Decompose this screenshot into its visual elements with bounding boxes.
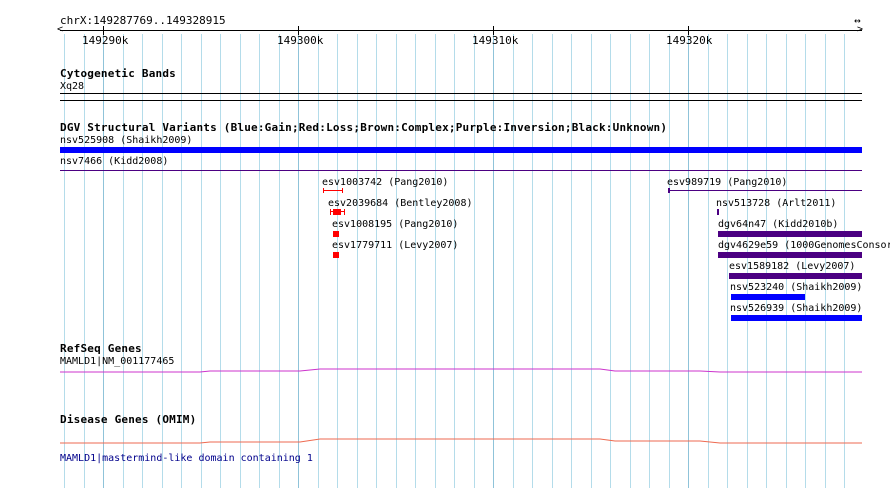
variant-bar-loss-end <box>342 188 343 193</box>
grid-line <box>337 34 338 488</box>
variant-label: nsv523240 (Shaikh2009) <box>730 282 863 293</box>
grid-line <box>201 34 202 488</box>
variant-bar-inversion[interactable] <box>729 273 862 279</box>
variant-bar-gain[interactable] <box>731 294 805 300</box>
grid-line <box>532 34 533 488</box>
grid-line <box>630 34 631 488</box>
omim-gene-label[interactable]: MAMLD1|mastermind-like domain containing… <box>60 453 313 464</box>
variant-label: dgv64n47 (Kidd2010b) <box>718 219 839 230</box>
variant-bar-loss-end <box>344 209 345 215</box>
refseq-gene-model[interactable] <box>0 360 890 380</box>
grid-line <box>688 34 689 488</box>
genome-browser-view[interactable]: chrX:149287769..149328915 ↔ < > 149290k … <box>0 0 890 488</box>
variant-label: nsv7466 (Kidd2008) <box>60 156 169 167</box>
variant-bar-loss-start <box>330 209 331 215</box>
variant-label: nsv526939 (Shaikh2009) <box>730 303 863 314</box>
grid-line <box>552 34 553 488</box>
grid-line <box>435 34 436 488</box>
grid-line <box>474 34 475 488</box>
variant-bar-loss[interactable] <box>333 231 339 237</box>
variant-bar-gain[interactable] <box>60 147 862 153</box>
variant-bar-inversion-start <box>668 188 670 193</box>
grid-line <box>454 34 455 488</box>
grid-line <box>571 34 572 488</box>
grid-line <box>357 34 358 488</box>
variant-bar-loss[interactable] <box>323 190 343 191</box>
variant-label: esv1779711 (Levy2007) <box>332 240 459 251</box>
cytoband-bottom-line <box>60 100 862 101</box>
variant-bar-inversion[interactable] <box>668 190 862 191</box>
grid-line <box>415 34 416 488</box>
variant-bar-inversion[interactable] <box>717 209 719 215</box>
grid-line <box>591 34 592 488</box>
omim-track-title: Disease Genes (OMIM) <box>60 413 197 426</box>
grid-line <box>298 34 299 488</box>
grid-line <box>318 34 319 488</box>
variant-label: esv1003742 (Pang2010) <box>322 177 449 188</box>
variant-label: esv1008195 (Pang2010) <box>332 219 459 230</box>
ruler-tick-label: 149310k <box>472 34 519 47</box>
variant-label: esv2039684 (Bentley2008) <box>328 198 473 209</box>
grid-line <box>396 34 397 488</box>
variant-bar-loss[interactable] <box>333 252 339 258</box>
variant-label: nsv525908 (Shaikh2009) <box>60 135 193 146</box>
variant-label: dgv4629e59 (1000GenomesConsortiumPilotPr… <box>718 240 890 251</box>
variant-label: esv1589182 (Levy2007) <box>729 261 856 272</box>
cytoband-label: Xq28 <box>60 81 85 92</box>
ruler-axis <box>60 30 862 31</box>
variant-bar-gain[interactable] <box>731 315 862 321</box>
grid-line <box>610 34 611 488</box>
variant-bar-inversion[interactable] <box>60 170 862 171</box>
region-label: chrX:149287769..149328915 <box>60 14 226 27</box>
grid-line <box>513 34 514 488</box>
grid-line <box>220 34 221 488</box>
grid-line <box>376 34 377 488</box>
refseq-track-title: RefSeq Genes <box>60 342 142 355</box>
grid-line <box>708 34 709 488</box>
grid-line <box>279 34 280 488</box>
grid-line <box>240 34 241 488</box>
variant-bar-loss-start <box>323 188 324 193</box>
grid-line <box>649 34 650 488</box>
axis-left-arrow-icon: < <box>57 24 64 35</box>
grid-line <box>259 34 260 488</box>
variant-bar-inversion[interactable] <box>718 231 862 237</box>
grid-line <box>727 34 728 488</box>
ruler-tick-label: 149320k <box>666 34 713 47</box>
cytoband-top-line <box>60 93 862 94</box>
ruler-tick-label: 149290k <box>82 34 129 47</box>
variant-label: nsv513728 (Arlt2011) <box>716 198 837 209</box>
ruler-tick-label: 149300k <box>277 34 324 47</box>
variant-bar-loss-block <box>333 209 341 215</box>
cytoband-track-title: Cytogenetic Bands <box>60 67 176 80</box>
variant-label: esv989719 (Pang2010) <box>667 177 788 188</box>
grid-line <box>493 34 494 488</box>
variant-bar-inversion[interactable] <box>718 252 862 258</box>
omim-gene-model[interactable] <box>0 432 890 452</box>
grid-line <box>669 34 670 488</box>
dgv-track-title: DGV Structural Variants (Blue:Gain;Red:L… <box>60 121 668 134</box>
axis-right-arrow-icon: > <box>857 24 864 35</box>
